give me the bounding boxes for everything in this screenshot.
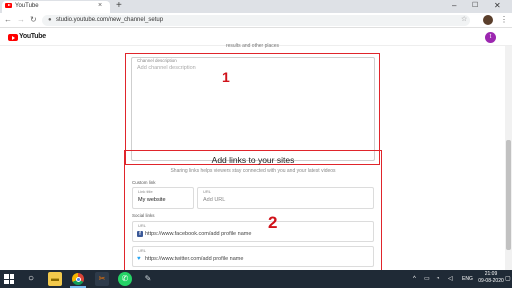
section-top-text: results and other places (225, 43, 280, 49)
annotation-box-2 (124, 150, 382, 273)
account-avatar[interactable]: t (485, 32, 496, 43)
browser-menu-icon[interactable]: ⋮ (500, 14, 508, 26)
browser-profile-avatar[interactable] (483, 15, 493, 25)
start-icon-tile (4, 279, 9, 284)
clock-time[interactable]: 21:09 (478, 271, 504, 278)
pen-app-icon[interactable]: ✎ (141, 272, 155, 286)
new-tab-button[interactable]: + (116, 0, 122, 12)
snipping-tool-icon[interactable]: ✂ (95, 272, 109, 286)
network-icon[interactable]: ◔ (436, 272, 440, 286)
start-icon-tile (4, 274, 9, 279)
input-language-indicator[interactable]: ENG (462, 272, 473, 286)
lock-icon: ● (48, 17, 52, 23)
chrome-icon-center (75, 276, 81, 282)
taskbar-search-icon[interactable]: ○ (24, 272, 38, 286)
youtube-logo-text[interactable]: YouTube (19, 32, 46, 42)
bookmark-star-icon[interactable]: ☆ (461, 14, 467, 26)
back-button[interactable]: ← (4, 14, 12, 26)
file-explorer-icon[interactable]: ▬ (48, 272, 62, 286)
notification-center-icon[interactable]: ▢ (505, 272, 511, 286)
start-icon-tile (9, 279, 14, 284)
youtube-logo-play-icon (12, 35, 15, 40)
volume-icon[interactable]: ◁ (448, 272, 453, 286)
window-close-button[interactable]: ✕ (494, 0, 501, 12)
window-minimize-button[interactable]: – (452, 0, 456, 12)
battery-icon[interactable]: ▭ (424, 272, 430, 286)
reload-button[interactable]: ↻ (30, 14, 37, 26)
youtube-favicon-icon (5, 3, 12, 8)
page-scrollbar-thumb[interactable] (506, 140, 511, 250)
windows-start-icon[interactable] (4, 274, 14, 284)
forward-button[interactable]: → (17, 14, 25, 26)
address-bar-url[interactable]: studio.youtube.com/new_channel_setup (56, 14, 163, 26)
tray-overflow-icon[interactable]: ^ (413, 272, 416, 286)
tab-title: YouTube (15, 3, 39, 9)
window-maximize-button[interactable]: ☐ (472, 0, 478, 12)
annotation-number-1: 1 (222, 69, 230, 85)
tab-close-icon[interactable]: × (98, 0, 102, 12)
annotation-box-1 (125, 53, 380, 165)
annotation-number-2: 2 (268, 213, 278, 232)
start-icon-tile (9, 274, 14, 279)
clock-date[interactable]: 09-08-2020 (478, 278, 504, 285)
whatsapp-icon[interactable]: ✆ (118, 272, 132, 286)
